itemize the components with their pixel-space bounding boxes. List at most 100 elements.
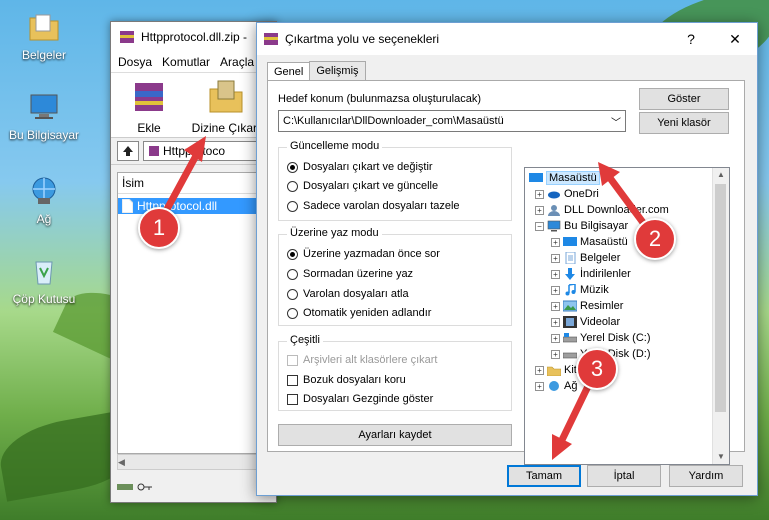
- winrar-address-bar: Httpprotoco: [111, 138, 276, 165]
- update-mode-option-freshen[interactable]: Sadece varolan dosyaları tazele: [287, 200, 460, 212]
- winrar-app-icon: [120, 31, 134, 43]
- tree-node-label: Ağ: [564, 380, 578, 392]
- scroll-left-icon[interactable]: ◀: [118, 457, 125, 468]
- column-header-name[interactable]: İsim: [118, 173, 270, 194]
- tree-expander[interactable]: +: [551, 317, 560, 327]
- desktop-icon-label: Belgeler: [21, 48, 67, 62]
- overwrite-option-without-prompt[interactable]: Sormadan üzerine yaz: [287, 268, 413, 280]
- option-label: Üzerine yazmadan önce sor: [303, 248, 440, 260]
- tree-expander[interactable]: +: [535, 365, 544, 375]
- new-folder-button[interactable]: Yeni klasör: [639, 112, 729, 134]
- radio-button[interactable]: [287, 180, 298, 192]
- network-icon: [32, 177, 56, 204]
- tree-expander[interactable]: +: [551, 301, 560, 311]
- winrar-file-list: İsim Httpprotocol.dll: [117, 172, 271, 454]
- update-mode-group: Güncelleme modu Dosyaları çıkart ve deği…: [278, 140, 512, 221]
- scroll-down-icon[interactable]: ▼: [713, 450, 729, 464]
- tree-expander[interactable]: −: [535, 221, 544, 231]
- tree-expander[interactable]: +: [535, 381, 544, 391]
- tree-node-music[interactable]: + Müzik: [551, 282, 609, 298]
- pictures-icon: [563, 300, 577, 312]
- help-title-button[interactable]: ?: [669, 23, 713, 55]
- file-row[interactable]: Httpprotocol.dll: [118, 198, 270, 214]
- tab-general[interactable]: Genel: [267, 62, 311, 82]
- overwrite-option-rename[interactable]: Otomatik yeniden adlandır: [287, 307, 431, 319]
- menu-file[interactable]: Dosya: [118, 55, 152, 69]
- destination-path-value: C:\Kullanıcılar\DllDownloader_com\Masaüs…: [283, 115, 504, 127]
- onedrive-icon: [548, 191, 560, 199]
- general-tab-panel: Hedef konum (bulunmazsa oluşturulacak) C…: [267, 80, 745, 465]
- save-settings-button[interactable]: Ayarları kaydet: [278, 424, 512, 446]
- dialog-tabs: Genel Gelişmiş: [267, 61, 366, 82]
- tree-node-downloads[interactable]: + İndirilenler: [551, 266, 631, 282]
- tree-expander[interactable]: +: [535, 205, 544, 215]
- tree-node-this-pc[interactable]: − Bu Bilgisayar: [535, 218, 628, 234]
- tree-expander[interactable]: +: [535, 189, 544, 199]
- archive-path-field[interactable]: Httpprotoco: [143, 141, 270, 161]
- tree-expander[interactable]: +: [551, 237, 560, 247]
- winrar-horizontal-scrollbar[interactable]: ◀▶: [117, 454, 271, 470]
- chevron-down-icon[interactable]: ﹀: [611, 114, 621, 129]
- tree-node-user[interactable]: + DLL Downloader.com: [535, 202, 669, 218]
- tree-node-desktop-root[interactable]: Masaüstü: [529, 170, 600, 186]
- radio-button[interactable]: [287, 200, 298, 212]
- radio-button[interactable]: [287, 268, 298, 280]
- option-label: Otomatik yeniden adlandır: [303, 307, 432, 319]
- scrollbar-thumb[interactable]: [715, 184, 726, 412]
- add-button[interactable]: Ekle: [119, 79, 179, 135]
- checkbox[interactable]: [287, 393, 298, 405]
- tree-node-label: Belgeler: [580, 252, 621, 264]
- network-icon: [549, 381, 559, 391]
- option-label: Bozuk dosyaları koru: [303, 374, 406, 386]
- tree-node-pictures[interactable]: + Resimler: [551, 298, 623, 314]
- tree-vertical-scrollbar[interactable]: ▲ ▼: [712, 168, 729, 464]
- computer-icon: [547, 220, 561, 232]
- ok-button[interactable]: Tamam: [507, 465, 581, 487]
- cancel-button[interactable]: İptal: [587, 465, 661, 487]
- extract-to-button[interactable]: Dizine Çıkart: [189, 79, 263, 135]
- tree-expander[interactable]: +: [551, 285, 560, 295]
- winrar-title: Httpprotocol.dll.zip -: [141, 30, 248, 44]
- misc-option-keep-broken[interactable]: Bozuk dosyaları koru: [287, 374, 406, 386]
- tree-node-onedrive[interactable]: + OneDri: [535, 186, 599, 202]
- tree-expander[interactable]: +: [551, 253, 560, 263]
- computer-icon: [30, 94, 58, 119]
- tree-node-disk-c[interactable]: + Yerel Disk (C:): [551, 330, 651, 346]
- desktop-icon-this-pc[interactable]: Bu Bilgisayar: [6, 92, 82, 142]
- overwrite-option-ask[interactable]: Üzerine yazmadan önce sor: [287, 248, 440, 260]
- extraction-dialog: Çıkartma yolu ve seçenekleri ? ✕ Genel G…: [256, 22, 758, 496]
- destination-path-combo[interactable]: C:\Kullanıcılar\DllDownloader_com\Masaüs…: [278, 110, 626, 132]
- desktop-icon-recycle-bin[interactable]: Çöp Kutusu: [6, 256, 82, 306]
- tree-expander[interactable]: +: [551, 269, 560, 279]
- show-button[interactable]: Göster: [639, 88, 729, 110]
- checkbox[interactable]: [287, 374, 298, 386]
- tree-expander[interactable]: +: [551, 349, 560, 359]
- tree-node-documents[interactable]: + Belgeler: [551, 250, 620, 266]
- option-label: Dosyaları Gezginde göster: [303, 393, 434, 405]
- close-icon[interactable]: ✕: [713, 23, 757, 55]
- help-button[interactable]: Yardım: [669, 465, 743, 487]
- desktop-icon-documents[interactable]: Belgeler: [6, 12, 82, 62]
- menu-commands[interactable]: Komutlar: [162, 55, 210, 69]
- option-label: Varolan dosyaları atla: [303, 288, 409, 300]
- radio-button[interactable]: [287, 307, 298, 319]
- radio-button[interactable]: [287, 161, 298, 173]
- update-mode-option-update[interactable]: Dosyaları çıkart ve güncelle: [287, 180, 438, 192]
- up-folder-button[interactable]: [117, 141, 139, 161]
- overwrite-option-skip[interactable]: Varolan dosyaları atla: [287, 288, 409, 300]
- desktop-icon-label: Çöp Kutusu: [12, 292, 76, 306]
- tree-node-label: Videolar: [580, 316, 621, 328]
- tree-node-videos[interactable]: + Videolar: [551, 314, 620, 330]
- radio-button[interactable]: [287, 288, 298, 300]
- tab-advanced[interactable]: Gelişmiş: [309, 61, 366, 81]
- tree-node-network[interactable]: + Ağ: [535, 378, 577, 394]
- step-badge-2: 2: [634, 218, 676, 260]
- menu-tools[interactable]: Araçla: [220, 55, 254, 69]
- tree-node-pc-desktop[interactable]: + Masaüstü: [551, 234, 628, 250]
- radio-button[interactable]: [287, 248, 298, 260]
- desktop-icon-network[interactable]: Ağ: [6, 176, 82, 226]
- misc-option-show-in-explorer[interactable]: Dosyaları Gezginde göster: [287, 393, 433, 405]
- scroll-up-icon[interactable]: ▲: [713, 168, 729, 182]
- tree-expander[interactable]: +: [551, 333, 560, 343]
- update-mode-option-replace[interactable]: Dosyaları çıkart ve değiştir: [287, 161, 433, 173]
